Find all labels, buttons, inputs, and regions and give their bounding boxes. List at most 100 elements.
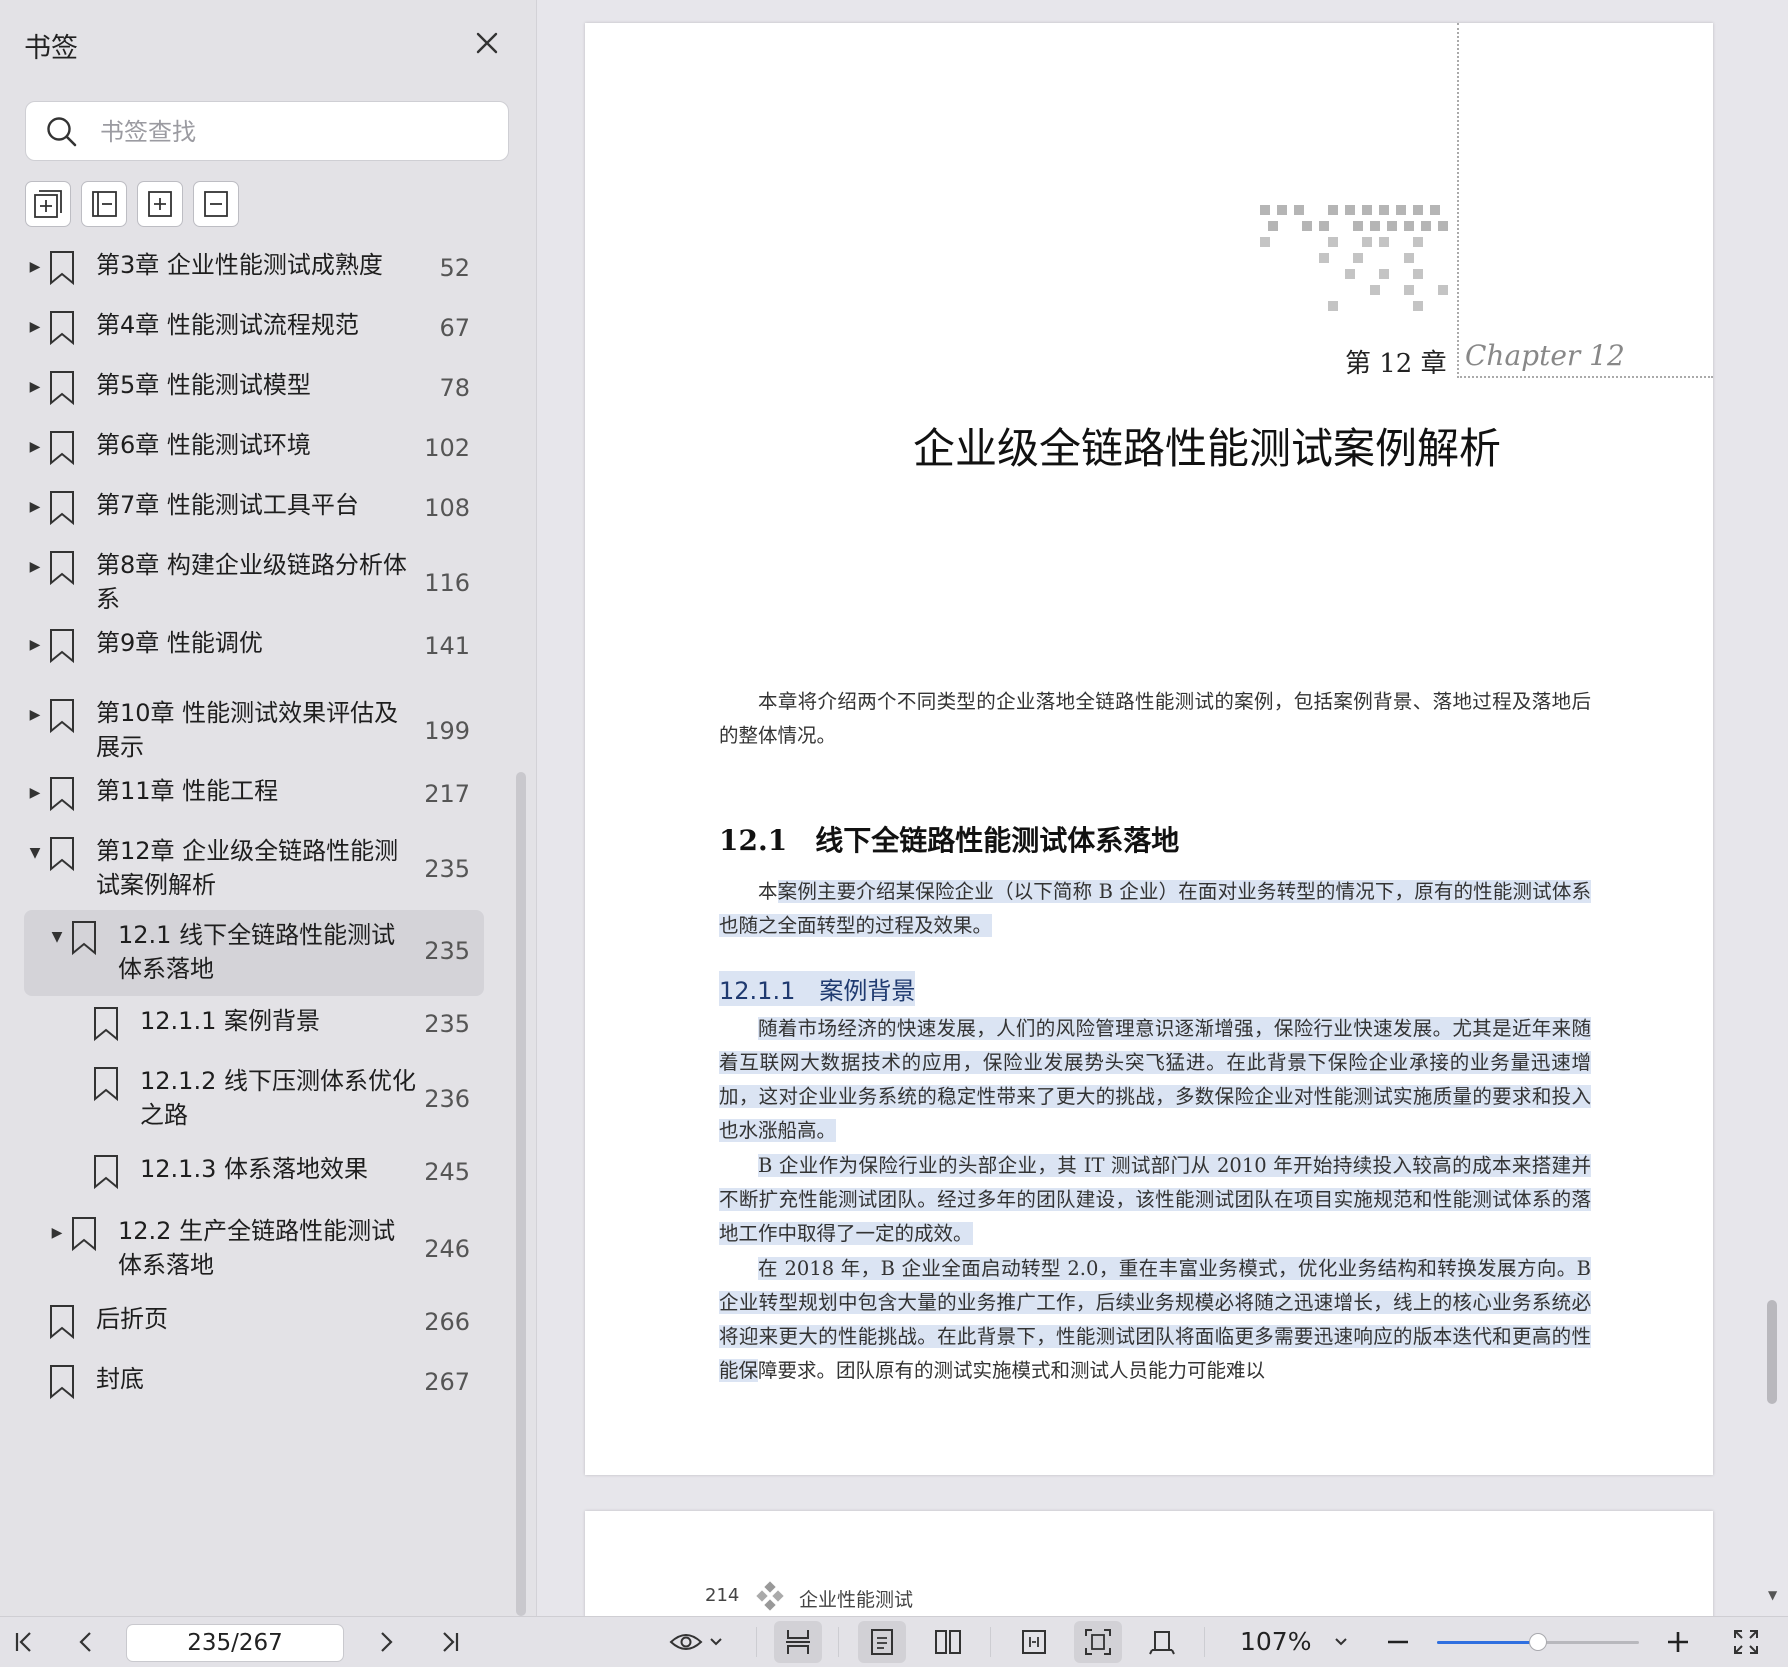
- document-scrollbar[interactable]: [1767, 1300, 1777, 1404]
- ornament-square: [1430, 205, 1440, 215]
- caret-right-icon[interactable]: ▶: [28, 500, 42, 514]
- bookmark-list: ▶ 第3章 企业性能测试成熟度 52 ▶ 第4章 性能测试流程规范 67 ▶ 第5章 性能测试…: [0, 250, 536, 1616]
- rotate-page-button[interactable]: [1138, 1617, 1186, 1667]
- bookmark-page-number: 236: [424, 1085, 470, 1113]
- bookmark-icon: [72, 921, 96, 956]
- zoom-level[interactable]: 107%: [1240, 1627, 1311, 1656]
- toolbar-divider: [838, 1627, 839, 1657]
- bookmark-item[interactable]: ▶ 12.2 生产全链路性能测试体系落地 246: [0, 1216, 490, 1286]
- bookmark-icon: [50, 777, 74, 812]
- caret-right-icon[interactable]: ▶: [50, 1226, 64, 1240]
- fit-width-button[interactable]: [1010, 1617, 1058, 1667]
- document-view: 第 12 章 Chapter 12 企业级全链路性能测试案例解析 本章将介绍两个…: [537, 0, 1788, 1616]
- bookmark-item[interactable]: ▶ 第3章 企业性能测试成熟度 52: [0, 250, 490, 294]
- zoom-out-button[interactable]: [1380, 1617, 1416, 1667]
- bookmark-icon: [50, 1305, 74, 1340]
- bookmark-label: 第9章 性能调优: [96, 629, 263, 657]
- caret-right-icon[interactable]: ▶: [28, 638, 42, 652]
- bookmark-item[interactable]: 封底 267: [0, 1364, 490, 1408]
- zoom-dropdown-button[interactable]: [1326, 1617, 1356, 1667]
- bookmark-item[interactable]: ▼ 12.1 线下全链路性能测试体系落地 235: [0, 910, 490, 996]
- chevron-left-icon: [79, 1632, 91, 1652]
- ornament-square: [1353, 221, 1363, 231]
- zoom-in-button[interactable]: [1660, 1617, 1696, 1667]
- ornament-square: [1328, 301, 1338, 311]
- bookmark-search-input[interactable]: [98, 112, 492, 152]
- bookmark-current-button[interactable]: [193, 181, 239, 227]
- search-icon: [47, 117, 77, 147]
- fit-page-button[interactable]: [1074, 1621, 1122, 1663]
- bookmark-item[interactable]: 12.1.1 案例背景 235: [0, 1006, 490, 1050]
- caret-right-icon[interactable]: ▶: [28, 320, 42, 334]
- fullscreen-button[interactable]: [1726, 1617, 1766, 1667]
- caret-down-icon[interactable]: ▼: [50, 930, 64, 944]
- bookmark-icon: [50, 837, 74, 872]
- bookmark-page-number: 199: [424, 717, 470, 745]
- bookmark-item[interactable]: ▼ 第12章 企业级全链路性能测试案例解析 235: [0, 836, 490, 906]
- bookmark-item[interactable]: ▶ 第8章 构建企业级链路分析体系 116: [0, 550, 490, 620]
- caret-right-icon[interactable]: ▶: [28, 380, 42, 394]
- toolbar-divider: [1204, 1627, 1205, 1657]
- fullscreen-icon: [1734, 1630, 1758, 1654]
- caret-right-icon[interactable]: ▶: [28, 440, 42, 454]
- bookmark-page-number: 235: [424, 1010, 470, 1038]
- sidebar-scrollbar[interactable]: [516, 772, 526, 1616]
- caret-right-icon[interactable]: ▶: [28, 708, 42, 722]
- collapse-all-button[interactable]: [81, 181, 127, 227]
- section-heading: 12.1 线下全链路性能测试体系落地: [719, 824, 1180, 857]
- caret-right-icon[interactable]: ▶: [28, 260, 42, 274]
- bookmark-page-number: 102: [424, 434, 470, 462]
- expand-all-button[interactable]: [25, 181, 71, 227]
- bookmark-item[interactable]: 12.1.3 体系落地效果 245: [0, 1154, 490, 1198]
- bookmark-item[interactable]: 后折页 266: [0, 1304, 490, 1348]
- add-bookmark-button[interactable]: [137, 181, 183, 227]
- ornament-square: [1413, 301, 1423, 311]
- page-number-input[interactable]: [126, 1624, 344, 1662]
- ornament-square: [1370, 285, 1380, 295]
- zoom-slider-handle[interactable]: [1529, 1633, 1547, 1651]
- ornament-square: [1438, 221, 1448, 231]
- ornament-square: [1260, 237, 1270, 247]
- document-page: 214 企业性能测试: [585, 1511, 1713, 1616]
- first-page-button[interactable]: [6, 1617, 42, 1667]
- selected-text: B 企业作为保险行业的头部企业，其 IT 测试部门从 2010 年开始持续投入较…: [719, 1154, 1591, 1245]
- continuous-scroll-button[interactable]: [774, 1621, 822, 1663]
- previous-page-button[interactable]: [68, 1617, 104, 1667]
- bookmark-label: 12.1.1 案例背景: [140, 1007, 320, 1035]
- bookmark-icon: [50, 251, 74, 286]
- scroll-down-arrow-icon[interactable]: ▼: [1768, 1588, 1777, 1602]
- bookmark-item[interactable]: ▶ 第10章 性能测试效果评估及展示 199: [0, 698, 490, 768]
- close-sidebar-button[interactable]: [470, 26, 504, 60]
- bookmark-item[interactable]: ▶ 第11章 性能工程 217: [0, 776, 490, 820]
- bookmark-item[interactable]: 12.1.2 线下压测体系优化之路 236: [0, 1066, 490, 1136]
- bookmark-item[interactable]: ▶ 第7章 性能测试工具平台 108: [0, 490, 490, 534]
- caret-right-icon[interactable]: ▶: [28, 560, 42, 574]
- bookmark-label: 12.1.3 体系落地效果: [140, 1155, 368, 1183]
- caret-right-icon[interactable]: ▶: [28, 786, 42, 800]
- ornament-square: [1379, 205, 1389, 215]
- bookmark-item[interactable]: ▶ 第4章 性能测试流程规范 67: [0, 310, 490, 354]
- ornament-square: [1404, 221, 1414, 231]
- bookmark-page-number: 52: [439, 254, 470, 282]
- chapter-pixel-ornament: [1260, 205, 1448, 311]
- bookmark-item[interactable]: ▶ 第9章 性能调优 141: [0, 628, 490, 672]
- last-page-button[interactable]: [432, 1617, 468, 1667]
- caret-down-icon[interactable]: ▼: [28, 846, 42, 860]
- bookmark-label: 第6章 性能测试环境: [96, 431, 311, 459]
- bookmark-icon: [94, 1067, 118, 1102]
- bookmark-item[interactable]: ▶ 第6章 性能测试环境 102: [0, 430, 490, 474]
- bookmark-item[interactable]: ▶ 第5章 性能测试模型 78: [0, 370, 490, 414]
- single-page-button[interactable]: [858, 1621, 906, 1663]
- ornament-square: [1362, 237, 1372, 247]
- intro-paragraph: 本章将介绍两个不同类型的企业落地全链路性能测试的案例，包括案例背景、落地过程及落…: [719, 690, 1591, 747]
- two-page-button[interactable]: [924, 1617, 972, 1667]
- page-footer-title: 企业性能测试: [799, 1589, 914, 1611]
- zoom-slider[interactable]: [1437, 1633, 1639, 1651]
- view-mode-button[interactable]: [664, 1617, 728, 1667]
- next-page-button[interactable]: [368, 1617, 404, 1667]
- bookmark-page-number: 217: [424, 780, 470, 808]
- expand-all-icon: [34, 190, 62, 218]
- selected-text: 随着市场经济的快速发展，人们的风险管理意识逐渐增强，保险行业快速发展。尤其是近年…: [719, 1017, 1591, 1142]
- subsection-heading: 12.1.1 案例背景: [719, 971, 916, 1006]
- ornament-square: [1328, 237, 1338, 247]
